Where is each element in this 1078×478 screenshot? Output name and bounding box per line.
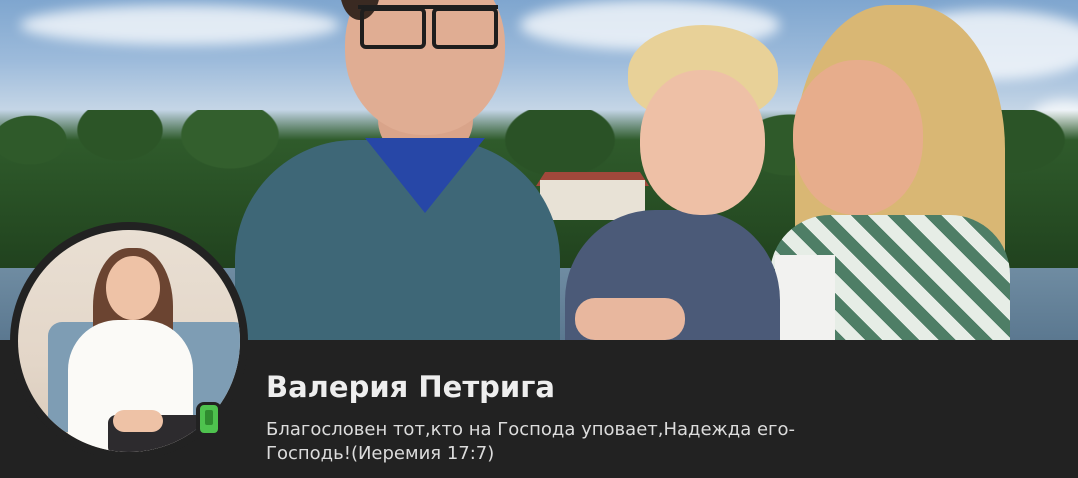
profile-status-text: Благословен тот,кто на Господа уповает,Н… [266,419,796,464]
online-status-badge [196,402,222,436]
profile-header: Валерия Петрига Благословен тот,кто на Г… [0,0,1078,478]
profile-name: Валерия Петрига [266,370,555,404]
mobile-phone-icon [200,405,218,433]
